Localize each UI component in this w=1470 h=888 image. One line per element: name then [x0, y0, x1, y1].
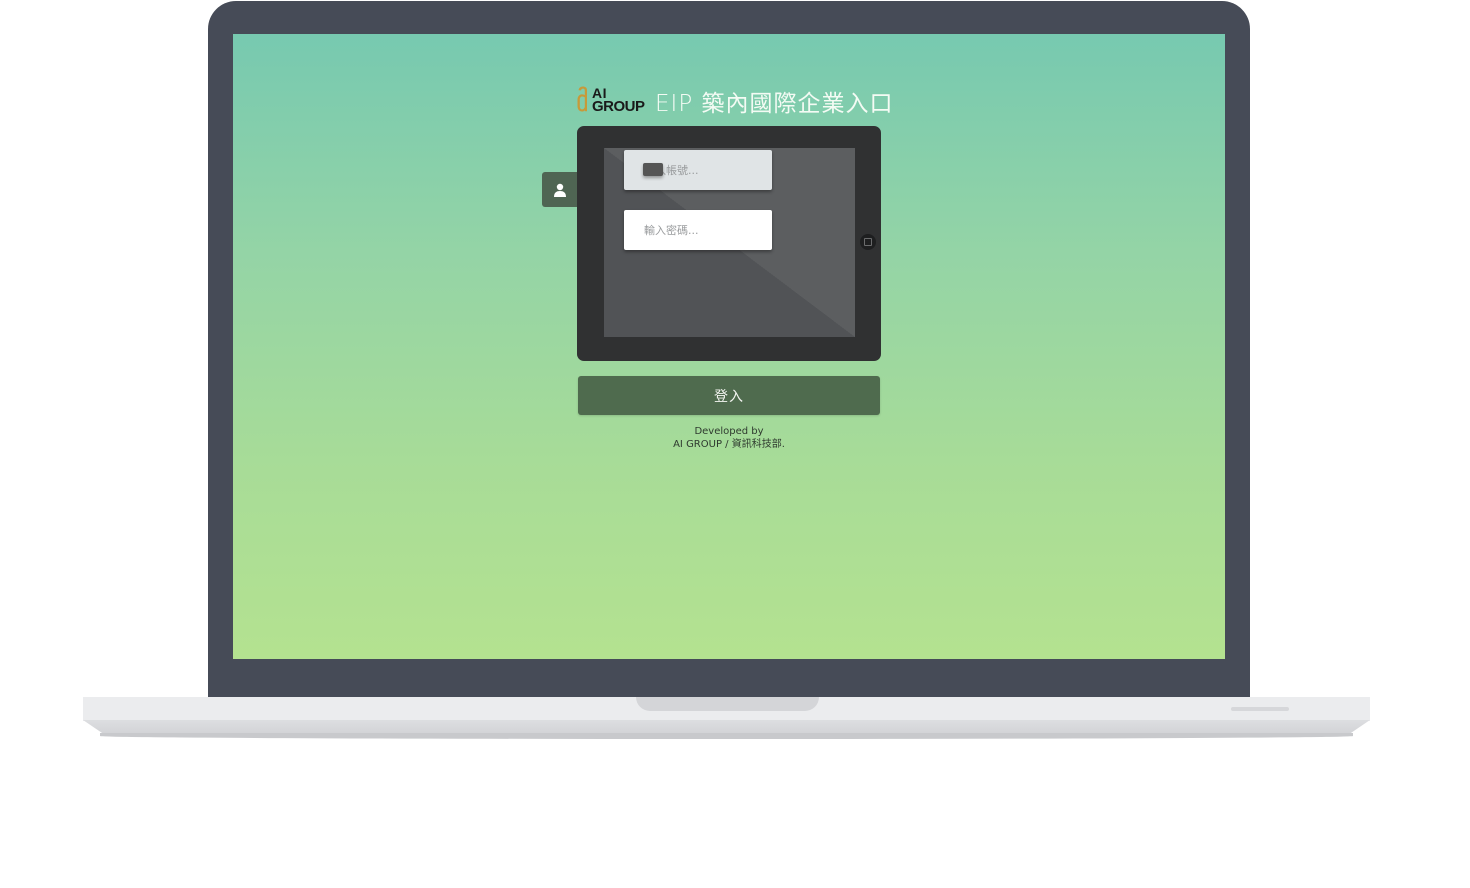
laptop-base-edge	[83, 720, 1370, 734]
tablet-frame	[577, 126, 881, 361]
logo-text-group: GROUP	[592, 98, 645, 115]
user-icon	[554, 183, 566, 197]
laptop-notch	[636, 697, 819, 711]
developer-credit: Developed by AI GROUP / 資訊科技部.	[578, 425, 880, 451]
brand-header: AI GROUP EIP 築內國際企業入口	[577, 84, 894, 118]
credit-line-2: AI GROUP / 資訊科技部.	[673, 439, 785, 450]
text-caret	[643, 163, 663, 176]
login-button[interactable]: 登入	[578, 376, 880, 415]
laptop-indicator	[1231, 707, 1289, 711]
laptop-mockup: AI GROUP EIP 築內國際企業入口 登入 Developed by AI…	[0, 0, 1470, 888]
page-title: EIP 築內國際企業入口	[655, 91, 894, 117]
user-tab	[542, 172, 578, 207]
logo-mark-icon	[577, 86, 587, 112]
credit-line-1: Developed by	[694, 426, 764, 437]
home-button-icon	[860, 234, 876, 250]
laptop-shadow	[100, 733, 1353, 739]
login-screen: AI GROUP EIP 築內國際企業入口 登入 Developed by AI…	[233, 34, 1225, 659]
password-input[interactable]	[624, 210, 772, 250]
ai-group-logo: AI GROUP	[577, 85, 645, 116]
